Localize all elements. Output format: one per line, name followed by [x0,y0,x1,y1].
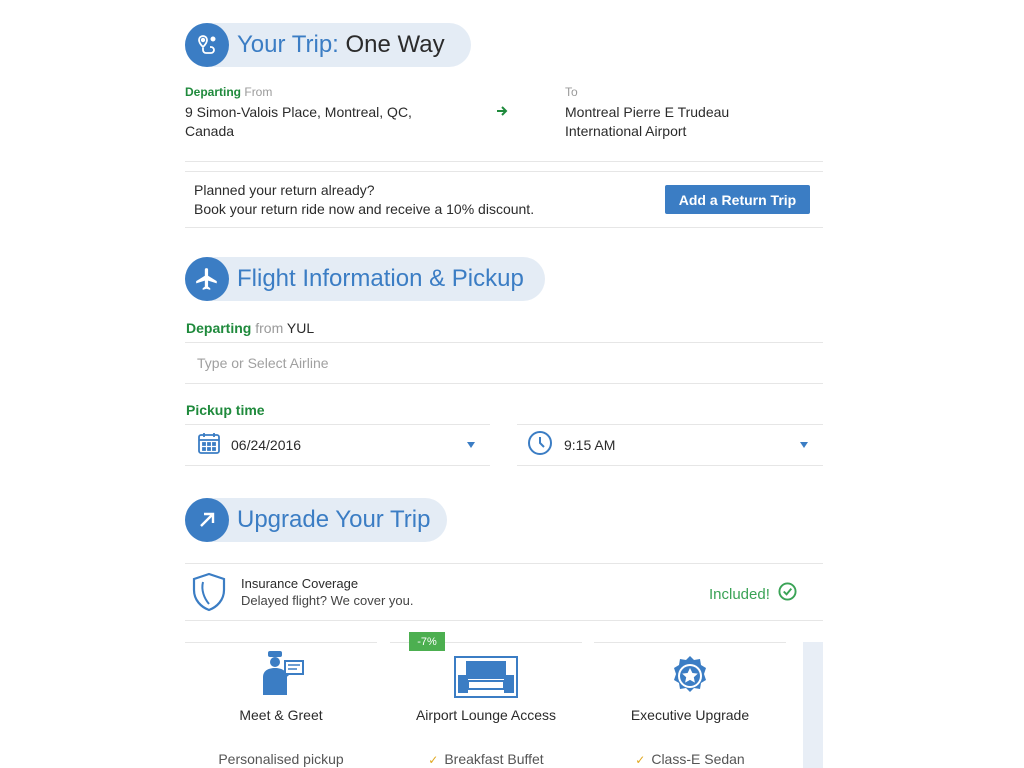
your-trip-header: Your Trip: One Way [185,23,471,67]
divider [185,620,823,621]
to-address-line1: Montreal Pierre E Trudeau [565,104,730,120]
feature-text: Class-E Sedan [651,751,745,767]
upgrade-card-meet-greet[interactable]: Meet & Greet Personalised pickup [185,642,377,768]
from-address-line2: Canada [185,123,235,139]
chevron-down-icon [800,442,808,448]
card-title: Executive Upgrade [630,707,750,723]
insurance-block: Insurance Coverage Delayed flight? We co… [241,576,413,609]
upgrade-card-lounge[interactable]: Airport Lounge Access ✓ Breakfast Buffet [390,642,582,768]
feature-text: Breakfast Buffet [444,751,544,767]
card-feature: Personalised pickup [185,751,377,767]
discount-badge: -7% [409,632,445,651]
departing-label: Departing [185,85,242,99]
to-block: To Montreal Pierre E Trudeau Internation… [565,85,805,141]
upgrade-header: Upgrade Your Trip [185,498,447,542]
pickup-date-value: 06/24/2016 [231,437,302,453]
airline-placeholder: Type or Select Airline [197,355,329,371]
from-block: Departing From 9 Simon-Valois Place, Mon… [185,85,445,141]
divider [517,465,823,466]
insurance-status: Included! [709,582,797,606]
your-trip-title: Your Trip: One Way [237,31,479,59]
departing-from-line: Departing from YUL [186,320,314,336]
route-pin-icon [185,23,229,67]
airport-code: YUL [286,320,315,336]
upgrade-card-executive[interactable]: Executive Upgrade ✓ Class-E Sedan [594,642,786,768]
chauffeur-icon [258,649,306,702]
from-address-line1: 9 Simon-Valois Place, Montreal, QC, [185,104,412,120]
insurance-title: Insurance Coverage [241,576,359,591]
upgrade-title: Upgrade Your Trip [237,506,431,533]
next-card-edge [803,642,823,768]
divider [185,171,823,172]
airplane-icon [185,257,229,301]
shield-icon [192,572,226,617]
flight-from-text: from [255,320,284,336]
flight-info-title: Flight Information & Pickup [237,265,524,292]
card-feature: ✓ Breakfast Buffet [390,751,582,767]
pickup-time-select[interactable]: 9:15 AM [517,424,823,466]
divider [185,227,823,228]
checkmark-icon: ✓ [428,753,439,767]
arrow-right-icon [495,104,509,123]
check-circle-icon [778,582,797,606]
to-label: To [565,85,578,99]
pickup-time-value: 9:15 AM [564,437,616,453]
divider [185,383,823,384]
flight-departing-label: Departing [186,320,252,336]
pickup-date-select[interactable]: 06/24/2016 [185,424,490,466]
chevron-down-icon [467,442,475,448]
insurance-subtitle: Delayed flight? We cover you. [241,593,414,608]
card-title: Meet & Greet [239,707,323,723]
divider [185,161,823,162]
lounge-sofa-icon [454,655,518,704]
trip-type-value: One Way [345,31,445,58]
included-label: Included! [709,585,770,603]
feature-text: Personalised pickup [218,751,344,767]
card-feature: ✓ Class-E Sedan [594,751,786,767]
trip-title-prefix: Your Trip: [237,31,339,58]
from-label: From [244,85,273,99]
page: Your Trip: One Way Departing From 9 Simo… [0,0,1024,768]
checkmark-icon: ✓ [635,753,646,767]
clock-icon [527,430,553,461]
card-title: Airport Lounge Access [415,707,557,723]
return-discount-text: Book your return ride now and receive a … [194,201,535,217]
calendar-icon [197,431,221,460]
star-seal-icon [669,655,711,702]
divider [185,563,823,564]
add-return-trip-button[interactable]: Add a Return Trip [665,185,810,214]
divider [185,465,490,466]
flight-info-header: Flight Information & Pickup [185,257,545,301]
arrow-up-right-icon [185,498,229,542]
airline-input[interactable]: Type or Select Airline [185,342,823,384]
to-address-line2: International Airport [565,123,687,139]
return-question: Planned your return already? [194,182,375,198]
return-promo: Planned your return already? Book your r… [194,181,534,219]
pickup-time-label: Pickup time [186,402,265,418]
